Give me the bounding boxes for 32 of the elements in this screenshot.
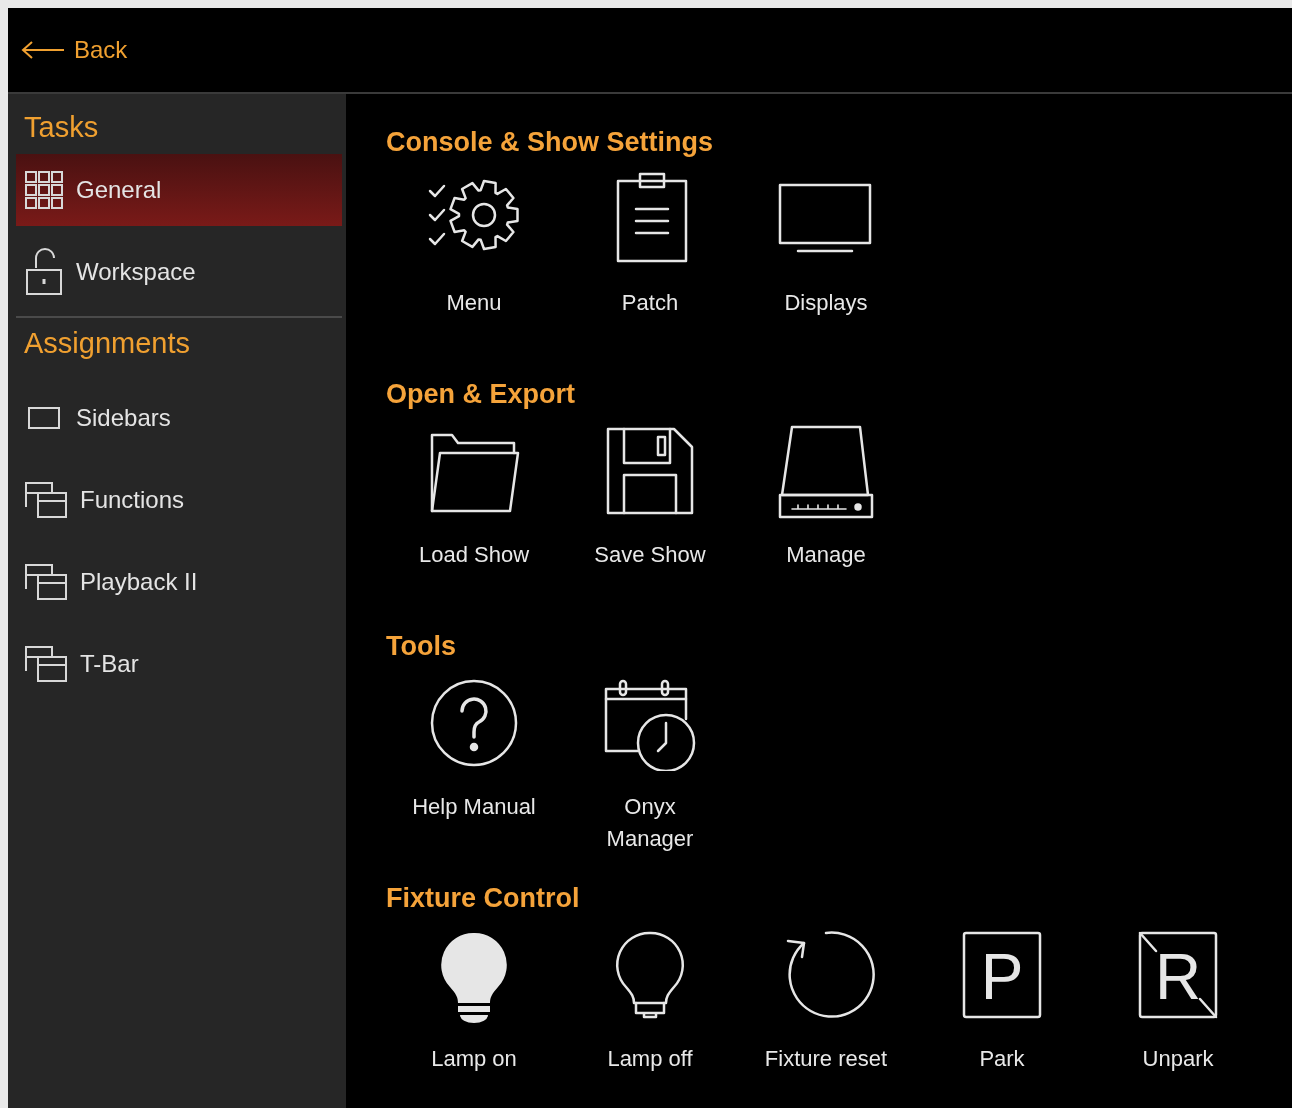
- sidebar-item[interactable]: T-Bar: [16, 628, 342, 700]
- sidebar-group-title: Tasks: [23, 110, 100, 146]
- sidebar-group-title: Assignments: [23, 326, 191, 362]
- tile-button[interactable]: Lamp on: [386, 926, 562, 1075]
- section-heading: Open & Export: [386, 378, 576, 411]
- tile-button[interactable]: Patch: [562, 170, 738, 319]
- tile-button[interactable]: Manage: [738, 422, 914, 571]
- tile-button[interactable]: Save Show: [562, 422, 738, 571]
- section-heading: Tools: [386, 630, 457, 663]
- back-button[interactable]: Back: [20, 32, 128, 68]
- tile-button[interactable]: Lamp off: [562, 926, 738, 1075]
- section-heading: Console & Show Settings: [386, 126, 715, 159]
- left-arrow-icon: [20, 40, 66, 60]
- tile-button[interactable]: Displays: [738, 170, 914, 319]
- sidebar-item[interactable]: General: [16, 154, 342, 226]
- sidebar-item[interactable]: Workspace: [16, 236, 342, 308]
- sidebar-item[interactable]: Playback II: [16, 546, 342, 618]
- sidebar-item[interactable]: Functions: [16, 464, 342, 536]
- section-heading: Fixture Control: [386, 882, 581, 915]
- unlocked-padlock-icon: [24, 248, 64, 296]
- overlapping-windows-icon: [24, 563, 68, 601]
- overlapping-windows-icon: [24, 645, 68, 683]
- grid-icon: [24, 170, 64, 210]
- tile-button[interactable]: Help Manual: [386, 674, 562, 855]
- tile-button[interactable]: Fixture reset: [738, 926, 914, 1075]
- tile-button[interactable]: Load Show: [386, 422, 562, 571]
- tile-button[interactable]: P Park: [914, 926, 1090, 1075]
- tile-button[interactable]: Onyx Manager: [562, 674, 738, 855]
- tile-button[interactable]: R Unpark: [1090, 926, 1266, 1075]
- sidebar-item[interactable]: Sidebars: [16, 382, 342, 454]
- tile-button[interactable]: Menu: [386, 170, 562, 319]
- overlapping-windows-icon: [24, 481, 68, 519]
